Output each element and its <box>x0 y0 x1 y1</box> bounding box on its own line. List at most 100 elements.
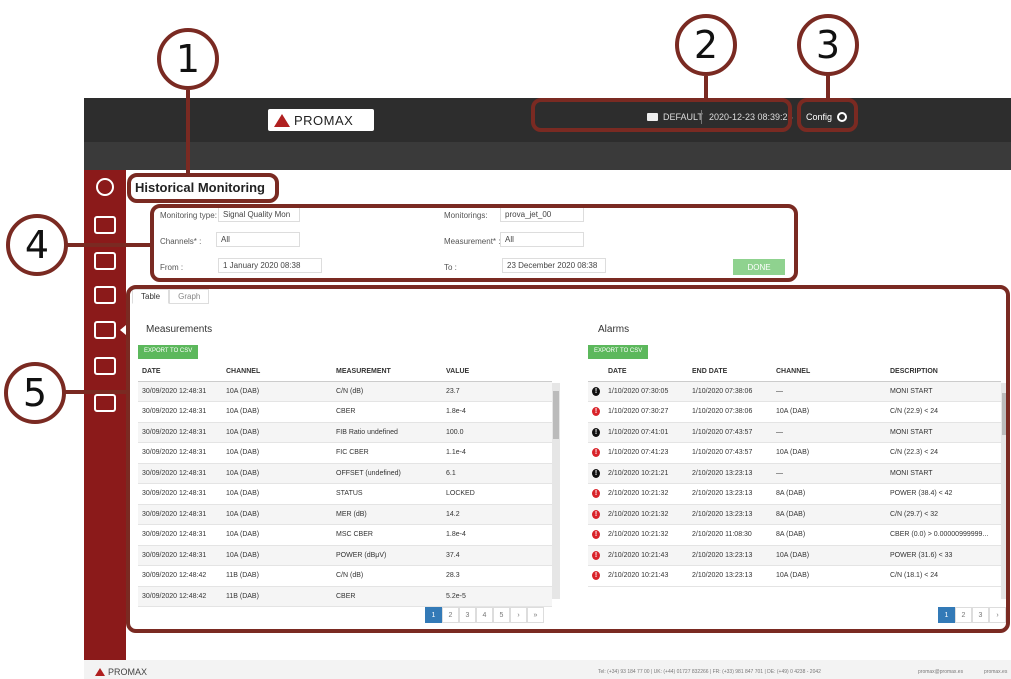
table-cell: C/N (dB) <box>332 565 442 587</box>
monitorings-select[interactable]: prova_jet_00 <box>500 207 584 222</box>
table-row[interactable]: 30/09/2020 12:48:31 10A (DAB) FIB Ratio un… <box>138 422 552 443</box>
alert-icon: ! <box>592 407 600 417</box>
datetime-display: 2020-12-23 08:39:25 <box>709 112 793 122</box>
monitor-settings-icon[interactable] <box>94 216 116 234</box>
to-date-input[interactable]: 23 December 2020 08:38 <box>502 258 606 273</box>
scrollbar-thumb[interactable] <box>553 391 559 439</box>
column-header[interactable]: DATE <box>604 363 688 382</box>
table-row[interactable]: ! 1/10/2020 07:41:01 1/10/2020 07:43:57— MO… <box>588 422 1001 443</box>
scrollbar-thumb[interactable] <box>1002 393 1008 435</box>
table-row[interactable]: 30/09/2020 12:48:31 10A (DAB) POWER (dBμV)… <box>138 545 552 566</box>
measurement-select[interactable]: All <box>500 232 584 247</box>
table-cell: 2/10/2020 13:23:13 <box>688 483 772 505</box>
promax-logo: PROMAX <box>268 109 374 131</box>
table-row[interactable]: 30/09/2020 12:48:31 10A (DAB) CBER 1.8e-4 <box>138 401 552 423</box>
info-icon: ! <box>592 468 600 478</box>
page-link[interactable]: 3 <box>972 607 989 623</box>
page-link[interactable]: 3 <box>459 607 476 623</box>
table-row[interactable]: 30/09/2020 12:48:31 10A (DAB) FIC CBER 1.1e… <box>138 442 552 464</box>
table-row[interactable]: ! 2/10/2020 10:21:32 2/10/2020 11:08:30 8A … <box>588 524 1001 546</box>
alert-icon: ! <box>592 448 600 458</box>
table-cell: 2/10/2020 13:23:13 <box>688 565 772 587</box>
column-header[interactable]: DESCRIPTION <box>886 363 1001 382</box>
column-header[interactable]: VALUE <box>442 363 552 382</box>
profile-indicator[interactable]: DEFAULT <box>647 112 703 122</box>
page-link[interactable]: › <box>510 607 527 623</box>
page-link[interactable]: 2 <box>442 607 459 623</box>
table-cell: MSC CBER <box>332 524 442 546</box>
callout-1-connector <box>186 90 190 174</box>
callout-2-connector <box>704 76 708 99</box>
spectrum-icon[interactable] <box>94 286 116 304</box>
table-cell: 2/10/2020 10:21:32 <box>604 483 688 505</box>
page-link[interactable]: › <box>989 607 1006 623</box>
table-cell: 2/10/2020 10:21:32 <box>604 524 688 546</box>
folder-icon <box>647 113 658 121</box>
table-cell: 30/09/2020 12:48:31 <box>138 524 222 546</box>
alarms-pagination: 1 2 3 › <box>938 607 1006 623</box>
column-header[interactable]: CHANNEL <box>772 363 886 382</box>
page-link[interactable]: 2 <box>955 607 972 623</box>
footer-web[interactable]: promax.es <box>984 669 1007 675</box>
table-row[interactable]: ! 2/10/2020 10:21:32 2/10/2020 13:23:13 8A … <box>588 504 1001 525</box>
page-link[interactable]: 1 <box>938 607 955 623</box>
done-button[interactable]: DONE <box>733 259 785 275</box>
page-link[interactable]: 4 <box>476 607 493 623</box>
column-header[interactable]: END DATE <box>688 363 772 382</box>
column-header[interactable]: DATE <box>138 363 222 382</box>
table-row[interactable]: 30/09/2020 12:48:42 11B (DAB) C/N (dB) 28.3 <box>138 565 552 587</box>
table-row[interactable]: 30/09/2020 12:48:31 10A (DAB) MER (dB) 14.2 <box>138 504 552 525</box>
export-alarms-button[interactable]: EXPORT TO CSV <box>588 345 649 359</box>
measurements-scrollbar[interactable] <box>552 383 560 599</box>
table-cell: 10A (DAB) <box>222 524 332 546</box>
callout-3: 3 <box>797 14 859 76</box>
monitoring-type-select[interactable]: Signal Quality Mon <box>218 207 300 222</box>
alarms-scrollbar[interactable] <box>1001 383 1009 599</box>
footer-email[interactable]: promax@promax.es <box>918 669 963 675</box>
datetime-text: 2020-12-23 08:39:25 <box>709 112 793 122</box>
folder-open-icon[interactable] <box>94 357 116 375</box>
table-cell: C/N (22.3) < 24 <box>886 442 1001 464</box>
channels-select[interactable]: All <box>216 232 300 247</box>
table-cell: 30/09/2020 12:48:31 <box>138 401 222 423</box>
profile-name: DEFAULT <box>663 112 703 122</box>
table-row[interactable]: ! 1/10/2020 07:30:27 1/10/2020 07:38:06 10A… <box>588 401 1001 423</box>
column-header[interactable]: MEASUREMENT <box>332 363 442 382</box>
table-row[interactable]: ! 1/10/2020 07:30:05 1/10/2020 07:38:06— MO… <box>588 381 1001 402</box>
signal-icon[interactable] <box>94 252 116 270</box>
column-header[interactable]: CHANNEL <box>222 363 332 382</box>
table-row[interactable]: ! 1/10/2020 07:41:23 1/10/2020 07:43:57 10A… <box>588 442 1001 464</box>
page-link[interactable]: » <box>527 607 544 623</box>
table-row[interactable]: 30/09/2020 12:48:31 10A (DAB) STATUS LOCKED <box>138 483 552 505</box>
table-row[interactable]: ! 2/10/2020 10:21:43 2/10/2020 13:23:13 10A… <box>588 545 1001 566</box>
alarm-level-cell: ! <box>588 504 604 525</box>
table-cell: C/N (22.9) < 24 <box>886 401 1001 423</box>
table-row[interactable]: ! 2/10/2020 10:21:32 2/10/2020 13:23:13 8A … <box>588 483 1001 505</box>
table-row[interactable]: 30/09/2020 12:48:31 10A (DAB) C/N (dB) 23.7 <box>138 381 552 402</box>
page-link[interactable]: 1 <box>425 607 442 623</box>
export-measurements-button[interactable]: EXPORT TO CSV <box>138 345 199 359</box>
alarm-level-cell: ! <box>588 401 604 423</box>
table-cell: 1/10/2020 07:30:05 <box>604 381 688 402</box>
table-row[interactable]: 30/09/2020 12:48:31 10A (DAB) OFFSET (unde… <box>138 463 552 484</box>
from-date-input[interactable]: 1 January 2020 08:38 <box>218 258 322 273</box>
dashboard-icon[interactable] <box>96 178 114 196</box>
table-row[interactable]: ! 2/10/2020 10:21:21 2/10/2020 13:23:13— MO… <box>588 463 1001 484</box>
page-link[interactable]: 5 <box>493 607 510 623</box>
scheduler-icon[interactable] <box>94 394 116 412</box>
table-cell: 30/09/2020 12:48:31 <box>138 504 222 525</box>
top-bar <box>84 98 1011 142</box>
history-calendar-icon[interactable] <box>94 321 116 339</box>
tab-graph[interactable]: Graph <box>169 289 210 304</box>
config-button[interactable]: Config <box>806 112 848 122</box>
table-row[interactable]: 30/09/2020 12:48:31 10A (DAB) MSC CBER 1.8e… <box>138 524 552 546</box>
table-row[interactable]: ! 2/10/2020 10:21:43 2/10/2020 13:23:13 10A… <box>588 565 1001 587</box>
table-row[interactable]: 30/09/2020 12:48:42 11B (DAB) CBER 5.2e-5 <box>138 586 552 607</box>
table-cell: 28.3 <box>442 565 552 587</box>
alarm-level-cell: ! <box>588 524 604 546</box>
table-cell: STATUS <box>332 483 442 505</box>
tab-table[interactable]: Table <box>132 289 170 304</box>
table-cell: CBER <box>332 586 442 607</box>
table-cell: 8A (DAB) <box>772 524 886 546</box>
alert-icon: ! <box>592 550 600 560</box>
